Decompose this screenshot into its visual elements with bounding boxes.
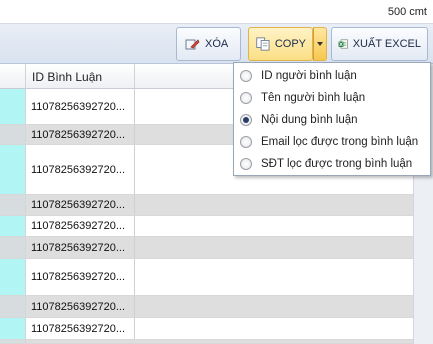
table-row[interactable]: 11078256392720... <box>0 195 413 216</box>
eraser-icon <box>185 39 200 50</box>
menu-option-label: ID người bình luận <box>261 70 357 82</box>
cell-id[interactable]: 11078256392720... <box>26 145 135 194</box>
comment-count: 500 cmt <box>387 6 427 18</box>
cell-id[interactable]: 11078256392720... <box>26 216 135 236</box>
delete-button[interactable]: XÓA <box>176 27 241 61</box>
cell-content[interactable] <box>135 318 413 339</box>
radio-icon <box>240 92 252 104</box>
cell-id[interactable]: 11078256392720... <box>26 125 135 144</box>
copy-button-label: COPY <box>274 38 306 50</box>
cell-id[interactable]: 11078256392720... <box>26 89 135 124</box>
menu-option-email[interactable]: Email lọc được trong bình luận <box>234 131 430 153</box>
cell-content[interactable] <box>135 296 413 317</box>
row-selector[interactable] <box>0 145 26 194</box>
column-header-id[interactable]: ID Bình Luận <box>26 64 135 89</box>
cell-content[interactable] <box>135 340 413 343</box>
table-row[interactable]: 11078256392720... <box>0 259 413 296</box>
table-row[interactable]: 11078256392720... <box>0 216 413 237</box>
menu-option-commenter-name[interactable]: Tên người bình luận <box>234 87 430 109</box>
chevron-down-icon <box>317 42 323 46</box>
row-selector[interactable] <box>0 216 26 236</box>
row-selector[interactable] <box>0 125 26 144</box>
delete-button-label: XÓA <box>205 38 229 50</box>
menu-option-label: SĐT lọc được trong bình luận <box>261 158 413 170</box>
row-selector[interactable] <box>0 259 26 295</box>
table-row[interactable]: 11078256392720... <box>0 237 413 259</box>
copy-button[interactable]: COPY <box>248 27 313 61</box>
table-row[interactable]: 11078256392720... <box>0 296 413 318</box>
cell-content[interactable] <box>135 216 413 236</box>
row-selector[interactable] <box>0 195 26 215</box>
cell-id[interactable]: 11078256392720... <box>26 237 135 258</box>
row-selector[interactable] <box>0 89 26 124</box>
menu-option-label: Email lọc được trong bình luận <box>261 136 419 148</box>
row-selector[interactable] <box>0 318 26 339</box>
table-row[interactable] <box>0 340 413 344</box>
cell-content[interactable] <box>135 259 413 295</box>
row-selector[interactable] <box>0 340 26 343</box>
cell-id[interactable]: 11078256392720... <box>26 296 135 317</box>
radio-icon <box>240 70 252 82</box>
menu-option-label: Nội dung bình luận <box>261 114 358 126</box>
menu-option-phone[interactable]: SĐT lọc được trong bình luận <box>234 153 430 175</box>
row-selector[interactable] <box>0 296 26 317</box>
menu-option-comment-content[interactable]: Nội dung bình luận <box>234 109 430 131</box>
row-selector[interactable] <box>0 237 26 258</box>
toolbar: XÓA COPY XUẤT EXCEL <box>0 24 433 64</box>
excel-icon <box>338 39 348 49</box>
copy-dropdown-toggle[interactable] <box>313 27 327 61</box>
cell-id[interactable]: 11078256392720... <box>26 318 135 339</box>
cell-id[interactable]: 11078256392720... <box>26 259 135 295</box>
cell-content[interactable] <box>135 237 413 258</box>
menu-option-commenter-id[interactable]: ID người bình luận <box>234 65 430 87</box>
radio-selected-icon <box>240 114 252 126</box>
radio-icon <box>240 136 252 148</box>
copy-options-menu: ID người bình luận Tên người bình luận N… <box>233 62 431 176</box>
status-bar: 500 cmt <box>0 0 433 24</box>
row-header-column[interactable] <box>0 64 26 89</box>
cell-id[interactable]: 11078256392720... <box>26 195 135 215</box>
export-excel-button[interactable]: XUẤT EXCEL <box>331 27 428 61</box>
export-excel-label: XUẤT EXCEL <box>352 38 421 50</box>
table-row[interactable]: 11078256392720... <box>0 318 413 340</box>
menu-option-label: Tên người bình luận <box>261 92 366 104</box>
cell-content[interactable] <box>135 195 413 215</box>
radio-icon <box>240 158 252 170</box>
copy-icon <box>256 37 270 51</box>
